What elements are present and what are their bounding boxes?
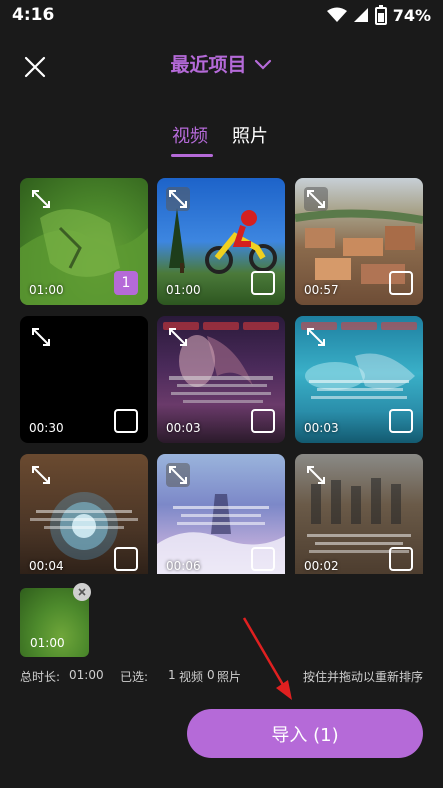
tab-video[interactable]: 视频 <box>172 122 208 148</box>
expand-icon[interactable] <box>304 463 328 487</box>
duration-label: 00:02 <box>304 559 339 573</box>
selection-check[interactable] <box>389 547 413 571</box>
expand-icon[interactable] <box>166 187 190 211</box>
expand-icon[interactable] <box>29 463 53 487</box>
media-item[interactable]: 00:30 <box>20 316 148 443</box>
media-item[interactable]: 00:03 <box>157 316 285 443</box>
duration-label: 00:03 <box>304 421 339 435</box>
battery-percent: 74% <box>392 5 431 25</box>
album-selector[interactable]: 最近项目 <box>0 50 443 77</box>
status-time: 4:16 <box>12 5 55 25</box>
duration-label: 00:03 <box>166 421 201 435</box>
selection-check[interactable] <box>251 271 275 295</box>
media-item[interactable]: 01:00 <box>157 178 285 305</box>
selected-label: 已选: <box>120 670 149 684</box>
duration-label: 00:30 <box>29 421 64 435</box>
status-icons: 74% <box>326 5 431 25</box>
media-grid: 01:00 1 01:00 00:57 00:30 00:03 00:03 00… <box>20 178 423 574</box>
media-item[interactable]: 00:06 <box>157 454 285 574</box>
chevron-down-icon <box>254 59 271 70</box>
media-item[interactable]: 00:03 <box>295 316 423 443</box>
duration-label: 00:57 <box>304 283 339 297</box>
expand-icon[interactable] <box>304 325 328 349</box>
selection-check[interactable] <box>389 271 413 295</box>
selection-check[interactable] <box>114 409 138 433</box>
duration-label: 01:00 <box>166 283 201 297</box>
top-bar: 最近项目 <box>0 40 443 90</box>
media-item[interactable]: 00:04 <box>20 454 148 574</box>
remove-clip-button[interactable] <box>73 583 91 601</box>
album-title: 最近项目 <box>170 54 247 76</box>
duration-label: 01:00 <box>29 283 64 297</box>
expand-icon[interactable] <box>166 463 190 487</box>
selection-check[interactable] <box>251 409 275 433</box>
status-bar: 4:16 74% <box>0 0 443 32</box>
media-tabs: 视频 照片 <box>0 118 443 162</box>
photo-label: 照片 <box>217 670 242 684</box>
selection-check[interactable] <box>251 547 275 571</box>
selected-clip-duration: 01:00 <box>30 636 65 650</box>
media-item[interactable]: 00:57 <box>295 178 423 305</box>
selection-check[interactable] <box>114 547 138 571</box>
import-button[interactable]: 导入 (1) <box>187 709 423 758</box>
tab-underline <box>171 154 213 157</box>
selection-check[interactable] <box>389 409 413 433</box>
tab-photo[interactable]: 照片 <box>232 122 268 148</box>
total-duration-value: 01:00 <box>69 668 104 682</box>
expand-icon[interactable] <box>29 325 53 349</box>
close-icon <box>78 588 86 596</box>
media-item[interactable]: 01:00 1 <box>20 178 148 305</box>
signal-icon <box>353 8 368 22</box>
media-item[interactable]: 00:02 <box>295 454 423 574</box>
duration-label: 00:04 <box>29 559 64 573</box>
duration-label: 00:06 <box>166 559 201 573</box>
expand-icon[interactable] <box>166 325 190 349</box>
video-count: 1 <box>168 668 176 682</box>
total-duration-label: 总时长: <box>20 670 61 684</box>
photo-count: 0 <box>207 668 215 682</box>
expand-icon[interactable] <box>29 187 53 211</box>
reorder-hint: 按住并拖动以重新排序 <box>302 670 423 684</box>
selection-check[interactable]: 1 <box>114 271 138 295</box>
video-label: 视频 <box>179 670 204 684</box>
expand-icon[interactable] <box>304 187 328 211</box>
battery-icon <box>374 5 387 25</box>
wifi-icon <box>326 7 347 22</box>
selection-panel: 01:00 总时长: 01:00 已选: 1 视频 0 照片 按住并拖动以重新排… <box>0 576 443 788</box>
